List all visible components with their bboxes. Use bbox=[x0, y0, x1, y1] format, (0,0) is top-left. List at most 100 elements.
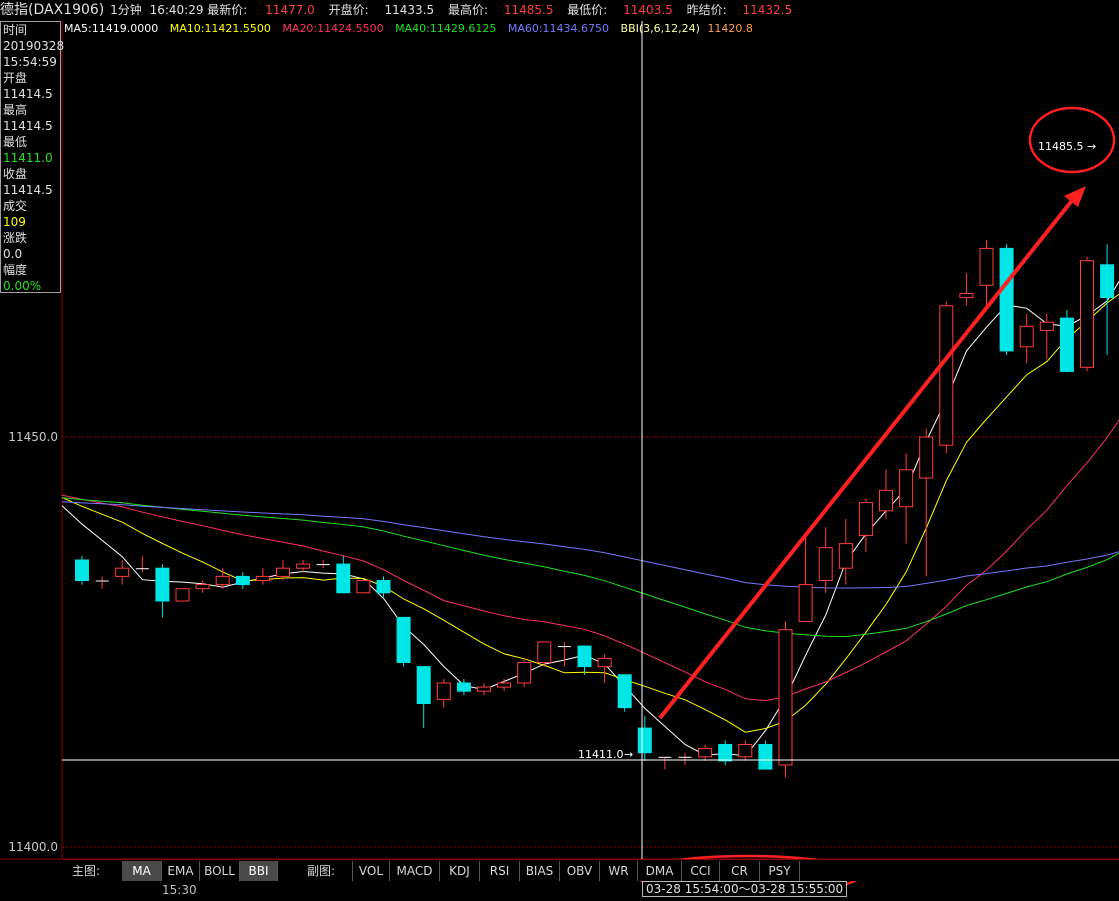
candle-body bbox=[296, 563, 311, 569]
candle-body bbox=[436, 682, 451, 700]
candle-body bbox=[1059, 317, 1074, 372]
main-chart-label: 主图: bbox=[72, 864, 101, 878]
candle-body bbox=[255, 575, 270, 582]
bar-date: 20190328 bbox=[3, 39, 65, 53]
bar-range: 0.00% bbox=[3, 279, 42, 293]
main-tab-ma[interactable]: MA bbox=[122, 861, 162, 881]
max-price-arrow-icon: → bbox=[1087, 140, 1096, 153]
sub-tab-bias[interactable]: BIAS bbox=[520, 861, 560, 881]
sub-tab-rsi[interactable]: RSI bbox=[480, 861, 520, 881]
main-tab-ema[interactable]: EMA bbox=[162, 861, 200, 881]
sub-tab-vol[interactable]: VOL bbox=[352, 861, 390, 881]
candle-body bbox=[276, 567, 290, 577]
candle-body bbox=[175, 588, 190, 602]
candle-body bbox=[416, 666, 431, 704]
sub-tab-cr[interactable]: CR bbox=[720, 861, 760, 881]
sub-tab-macd[interactable]: MACD bbox=[390, 861, 440, 881]
bar-info-panel: 时间 20190328 15:54:59 开盘 11414.5 最高 11414… bbox=[0, 21, 65, 293]
sub-tab-psy[interactable]: PSY bbox=[760, 861, 800, 881]
sub-tab-dma[interactable]: DMA bbox=[638, 861, 682, 881]
sub-tab-cci[interactable]: CCI bbox=[682, 861, 720, 881]
max-price-label: 11485.5 bbox=[1038, 140, 1084, 153]
crosshair-arrow-icon: → bbox=[624, 748, 633, 761]
candle-body bbox=[637, 727, 652, 754]
candle-body bbox=[456, 682, 471, 692]
ma5-line bbox=[61, 280, 1119, 757]
candle-body bbox=[818, 547, 833, 582]
candle-body bbox=[215, 575, 230, 586]
candle-body bbox=[155, 567, 170, 602]
bar-change: 0.0 bbox=[3, 247, 23, 261]
candle-body bbox=[979, 247, 994, 286]
time-label: 时间 bbox=[3, 23, 28, 37]
range-label: 幅度 bbox=[3, 263, 28, 277]
candle-body bbox=[678, 756, 692, 758]
candle-body bbox=[336, 563, 351, 594]
candle-body bbox=[376, 580, 391, 594]
time-axis-label: 15:30 bbox=[162, 883, 197, 897]
candle-body bbox=[738, 744, 753, 758]
candle-body bbox=[919, 436, 934, 479]
main-tab-bbi[interactable]: BBI bbox=[240, 861, 278, 881]
moving-average-lines bbox=[61, 280, 1119, 757]
low-label: 最低 bbox=[3, 135, 28, 149]
candle-body bbox=[115, 567, 130, 577]
candle-body bbox=[396, 616, 411, 664]
candle-body bbox=[939, 305, 954, 446]
candle-body bbox=[195, 584, 210, 590]
time-axis: 15:30 03-28 15:54:00～03-28 15:55:00 bbox=[62, 881, 1119, 901]
sub-tab-obv[interactable]: OBV bbox=[560, 861, 600, 881]
candle-body bbox=[758, 744, 773, 770]
sub-tab-wr[interactable]: WR bbox=[600, 861, 638, 881]
candle-body bbox=[557, 646, 571, 648]
price-axis-label-11450: 11450.0 bbox=[8, 430, 58, 444]
open-label: 开盘 bbox=[3, 71, 28, 85]
candle-body bbox=[718, 744, 733, 762]
candle-body bbox=[658, 756, 672, 758]
candle-body bbox=[75, 559, 89, 581]
candle-body bbox=[698, 748, 713, 758]
bar-low: 11411.0 bbox=[3, 151, 53, 165]
candle-body bbox=[537, 641, 552, 663]
candle-body bbox=[95, 580, 109, 582]
candle-body bbox=[838, 543, 853, 569]
candle-body bbox=[597, 657, 612, 668]
price-axis-label-11400: 11400.0 bbox=[8, 840, 58, 854]
sub-tab-kdj[interactable]: KDJ bbox=[440, 861, 480, 881]
bar-open: 11414.5 bbox=[3, 87, 53, 101]
candle-body bbox=[356, 580, 371, 594]
kline-chart[interactable]: 11450.0 11400.0 11411.0 → 11485.5 → bbox=[0, 0, 1119, 901]
candle-body bbox=[235, 575, 250, 586]
candle-body bbox=[316, 564, 330, 566]
crosshair-price-label: 11411.0 bbox=[578, 748, 624, 761]
candle-body bbox=[1080, 260, 1094, 368]
candle-body bbox=[999, 247, 1014, 352]
candle-body bbox=[517, 662, 532, 684]
candlestick-series bbox=[75, 240, 1115, 778]
candle-body bbox=[858, 502, 873, 536]
ma40-line bbox=[61, 497, 1119, 638]
candle-body bbox=[1019, 325, 1034, 348]
candle-body bbox=[1039, 321, 1054, 331]
candle-body bbox=[879, 489, 893, 512]
bar-time: 15:54:59 bbox=[3, 55, 57, 69]
bar-close: 11414.5 bbox=[3, 183, 53, 197]
ma60-line bbox=[61, 501, 1119, 589]
candle-body bbox=[959, 293, 974, 299]
close-label: 收盘 bbox=[3, 167, 28, 181]
candle-body bbox=[497, 682, 512, 688]
sub-chart-label: 副图: bbox=[307, 864, 336, 878]
candle-body bbox=[1100, 264, 1115, 299]
candle-body bbox=[617, 674, 632, 709]
change-label: 涨跌 bbox=[3, 231, 28, 245]
candle-body bbox=[798, 584, 813, 622]
high-label: 最高 bbox=[3, 103, 28, 117]
main-tab-boll[interactable]: BOLL bbox=[200, 861, 240, 881]
candle-body bbox=[778, 629, 793, 766]
volume-label: 成交 bbox=[3, 199, 28, 213]
bar-volume: 109 bbox=[3, 215, 26, 229]
crosshair-time-range: 03-28 15:54:00～03-28 15:55:00 bbox=[642, 881, 848, 897]
trend-annotation-arrow bbox=[658, 196, 1076, 720]
candle-body bbox=[899, 469, 914, 508]
candle-body bbox=[477, 686, 491, 692]
